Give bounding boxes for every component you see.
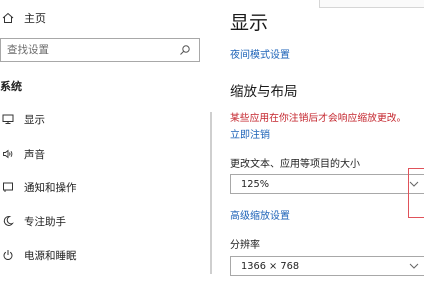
chevron-down-icon	[409, 263, 419, 269]
resolution-label: 分辨率	[230, 240, 260, 251]
sidebar: 主页 系统 显示 声音	[0, 0, 210, 282]
sidebar-item-label: 声音	[24, 148, 45, 161]
advanced-scaling-link[interactable]: 高级缩放设置	[230, 207, 290, 222]
main-content: 显示 夜间模式设置 缩放与布局 某些应用在你注销后才会响应缩放更改。 立即注销 …	[230, 0, 424, 282]
page-title: 显示	[230, 12, 269, 34]
search-input[interactable]	[1, 44, 177, 56]
highlight-annotation-box	[408, 168, 424, 218]
speaker-icon	[2, 148, 14, 160]
notification-icon	[2, 181, 14, 193]
section-title: 系统	[0, 80, 22, 93]
search-box[interactable]	[0, 38, 200, 62]
resolution-value: 1366 × 768	[241, 260, 300, 272]
sidebar-item-label: 显示	[24, 113, 45, 126]
sidebar-home[interactable]: 主页	[0, 9, 46, 27]
sidebar-item-label: 通知和操作	[24, 181, 77, 194]
monitor-icon	[2, 113, 14, 125]
power-icon	[2, 249, 14, 261]
night-mode-settings-link[interactable]: 夜间模式设置	[230, 46, 290, 61]
scale-layout-heading: 缩放与布局	[230, 84, 298, 100]
moon-icon	[2, 215, 14, 227]
scale-select[interactable]: 125%	[230, 174, 424, 194]
sidebar-item-display[interactable]: 显示	[0, 110, 45, 128]
sidebar-item-power-sleep[interactable]: 电源和睡眠	[0, 246, 77, 264]
resolution-select[interactable]: 1366 × 768	[230, 256, 424, 276]
sidebar-item-focus-assist[interactable]: 专注助手	[0, 212, 66, 230]
sidebar-scrollbar[interactable]	[210, 112, 212, 274]
sidebar-item-notifications[interactable]: 通知和操作	[0, 178, 77, 196]
sidebar-item-label: 专注助手	[24, 215, 66, 228]
logout-now-link[interactable]: 立即注销	[230, 126, 270, 141]
search-icon[interactable]	[179, 44, 191, 56]
home-icon	[2, 12, 14, 24]
scale-warning-text: 某些应用在你注销后才会响应缩放更改。	[230, 113, 407, 124]
sidebar-item-label: 电源和睡眠	[24, 249, 77, 262]
sidebar-home-label: 主页	[24, 12, 46, 25]
sidebar-item-sound[interactable]: 声音	[0, 145, 45, 163]
scale-label: 更改文本、应用等项目的大小	[230, 159, 360, 170]
scale-value: 125%	[241, 178, 270, 190]
